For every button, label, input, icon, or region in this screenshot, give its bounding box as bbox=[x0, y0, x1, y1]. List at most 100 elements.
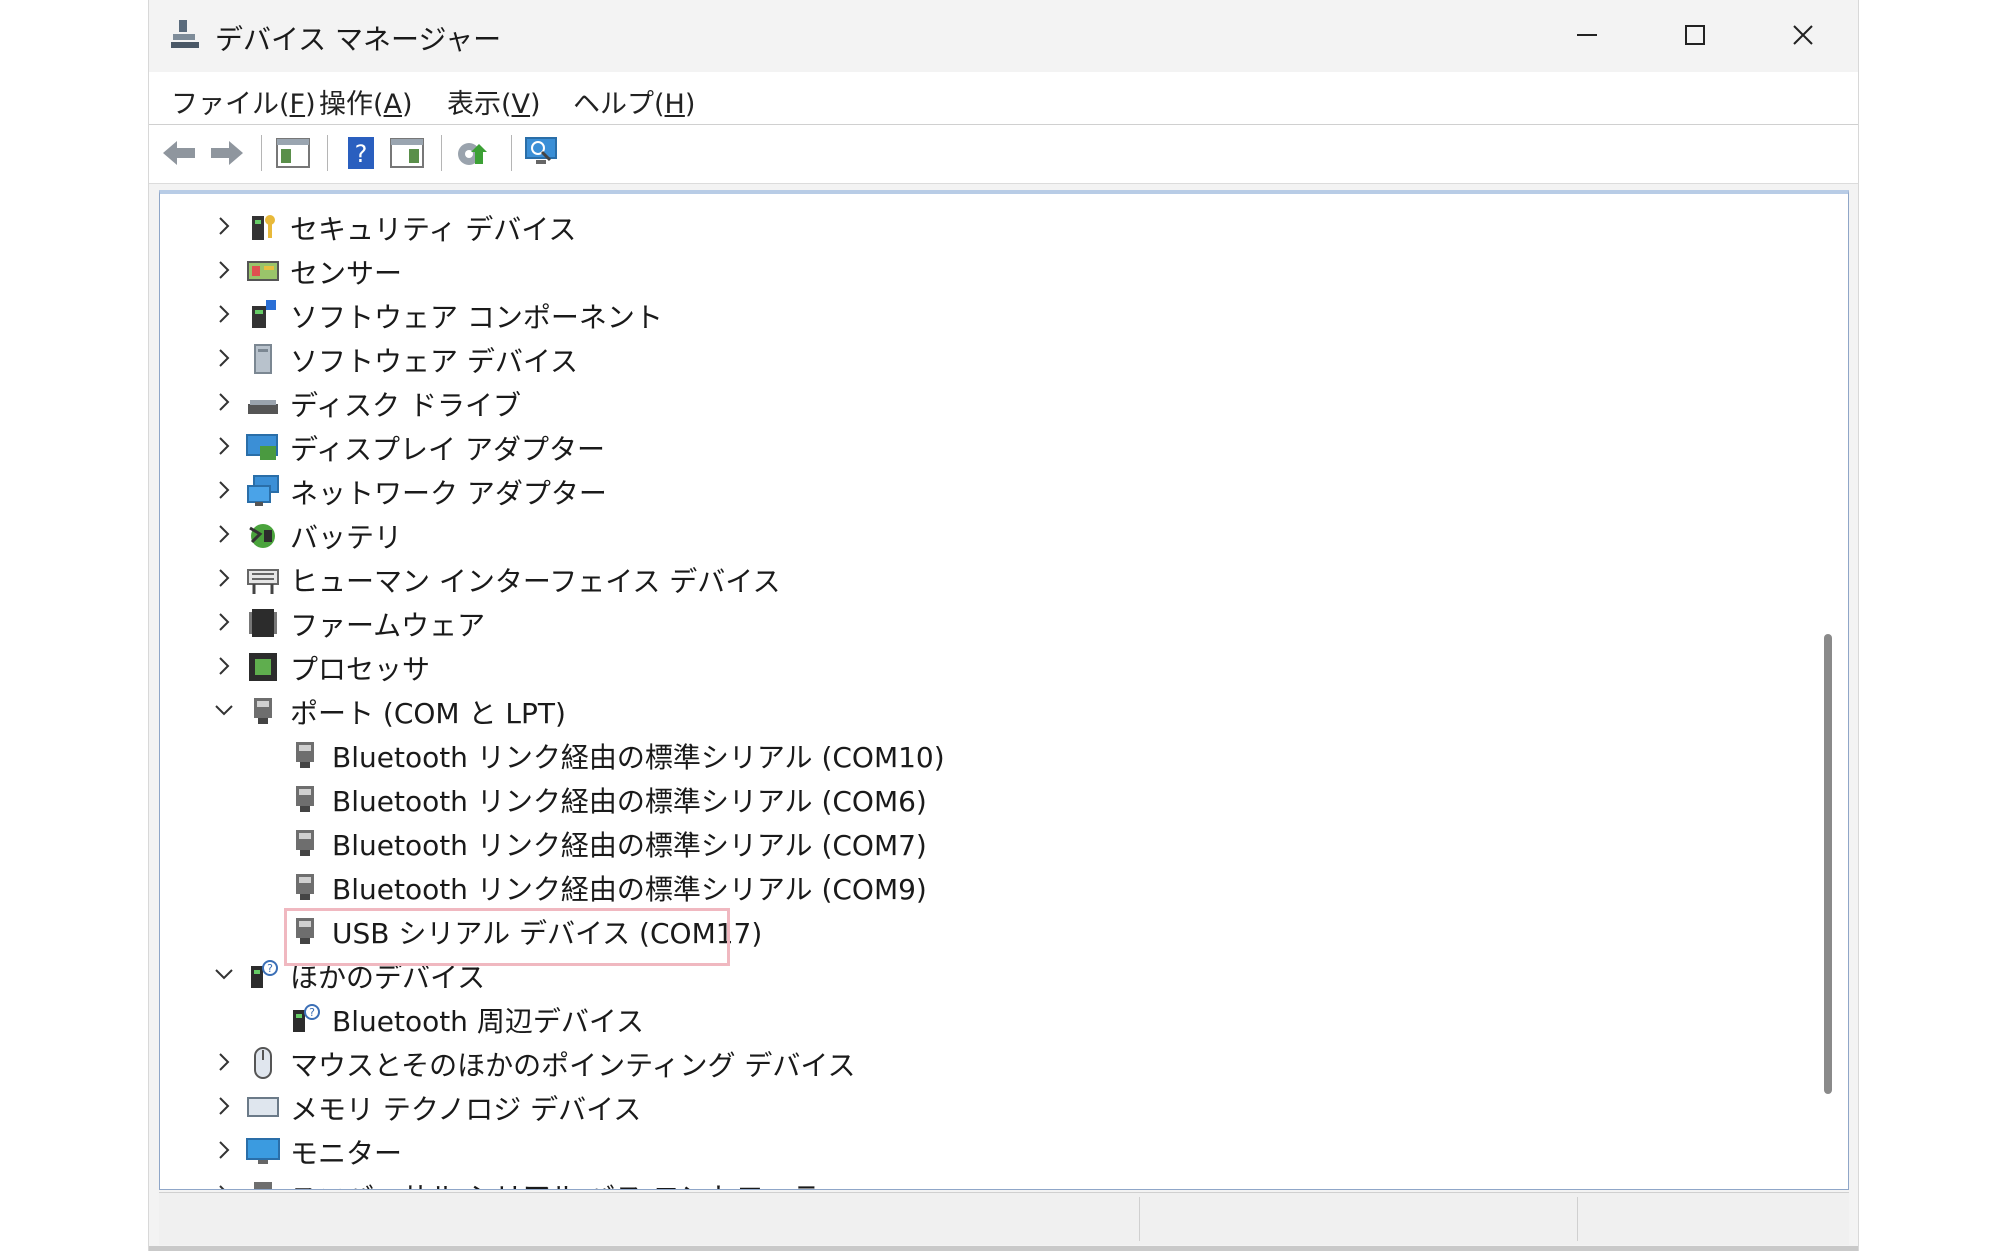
chevron-right-icon[interactable] bbox=[212, 390, 236, 414]
tree-item-hid[interactable]: ヒューマン インターフェイス デバイス bbox=[160, 556, 1800, 600]
chevron-right-icon[interactable] bbox=[212, 258, 236, 282]
maximize-button[interactable] bbox=[1660, 10, 1730, 60]
tree-item-processor[interactable]: プロセッサ bbox=[160, 644, 1800, 688]
vertical-scrollbar[interactable] bbox=[1824, 634, 1832, 1094]
tree-item-display-adapter[interactable]: ディスプレイ アダプター bbox=[160, 424, 1800, 468]
tree-item-bt-com6[interactable]: Bluetooth リンク経由の標準シリアル (COM6) bbox=[160, 776, 1800, 820]
tree-item-monitor[interactable]: モニター bbox=[160, 1128, 1800, 1172]
software-component-icon bbox=[252, 300, 276, 328]
chevron-right-icon[interactable] bbox=[212, 1138, 236, 1162]
tree-item-bt-com7[interactable]: Bluetooth リンク経由の標準シリアル (COM7) bbox=[160, 820, 1800, 864]
toolbar: ? bbox=[149, 125, 1858, 184]
help-icon: ? bbox=[348, 137, 374, 169]
tree-item-label: Bluetooth 周辺デバイス bbox=[332, 1005, 644, 1038]
properties-pane-icon bbox=[276, 138, 310, 168]
tree-item-label: セキュリティ デバイス bbox=[290, 213, 577, 246]
scan-hardware-button[interactable] bbox=[523, 133, 563, 173]
forward-icon bbox=[211, 141, 243, 165]
tree-item-label: Bluetooth リンク経由の標準シリアル (COM10) bbox=[332, 741, 945, 774]
port-icon bbox=[254, 698, 272, 724]
processor-icon bbox=[249, 653, 277, 681]
other-device-icon: ? bbox=[251, 960, 278, 988]
tree-item-network-adapter[interactable]: ネットワーク アダプター bbox=[160, 468, 1800, 512]
tree-item-label: メモリ テクノロジ デバイス bbox=[290, 1093, 642, 1126]
tree-item-battery[interactable]: バッテリ bbox=[160, 512, 1800, 556]
port-icon bbox=[296, 786, 314, 812]
forward-button[interactable] bbox=[207, 133, 247, 173]
svg-text:?: ? bbox=[355, 140, 368, 168]
tree-item-security-device[interactable]: セキュリティ デバイス bbox=[160, 204, 1800, 248]
properties-pane-button[interactable] bbox=[273, 133, 313, 173]
window-bottom-edge bbox=[149, 1246, 1858, 1251]
tree-item-bt-com9[interactable]: Bluetooth リンク経由の標準シリアル (COM9) bbox=[160, 864, 1800, 908]
chevron-right-icon[interactable] bbox=[212, 610, 236, 634]
display-adapter-icon bbox=[246, 434, 278, 460]
tree-item-label: ネットワーク アダプター bbox=[290, 477, 607, 510]
menu-help[interactable]: ヘルプ(H) bbox=[573, 82, 695, 121]
help-button[interactable]: ? bbox=[341, 133, 381, 173]
battery-icon bbox=[249, 524, 275, 548]
tree-item-label: ユニバーサル シリアル バス コントローラー bbox=[290, 1176, 848, 1189]
tree-item-firmware[interactable]: ファームウェア bbox=[160, 600, 1800, 644]
unknown-device-icon: ? bbox=[293, 1004, 320, 1032]
disk-drive-icon bbox=[248, 400, 278, 414]
svg-text:?: ? bbox=[267, 962, 273, 975]
device-tree-pane[interactable]: セキュリティ デバイス センサー ソフトウェア コンポーネント ソフトウェア デ… bbox=[159, 190, 1849, 1190]
chevron-right-icon[interactable] bbox=[212, 346, 236, 370]
chevron-right-icon[interactable] bbox=[212, 1182, 236, 1190]
tree-item-ports[interactable]: ポート (COM と LPT) bbox=[160, 688, 1800, 732]
scan-hardware-icon bbox=[525, 137, 557, 164]
chevron-right-icon[interactable] bbox=[212, 1050, 236, 1074]
action-pane-button[interactable] bbox=[387, 133, 427, 173]
chevron-down-icon[interactable] bbox=[212, 962, 236, 986]
port-icon bbox=[296, 742, 314, 768]
action-pane-icon bbox=[390, 138, 424, 168]
minimize-icon bbox=[1577, 34, 1597, 36]
network-adapter-icon bbox=[247, 475, 279, 506]
tree-item-bt-peripheral[interactable]: ? Bluetooth 周辺デバイス bbox=[160, 996, 1800, 1040]
tree-item-label: ディスプレイ アダプター bbox=[290, 433, 605, 466]
security-device-icon bbox=[252, 215, 275, 240]
device-manager-window: デバイス マネージャー ファイル(F) 操作(A) 表示(V) ヘルプ(H) ? bbox=[148, 0, 1859, 1251]
menu-file[interactable]: ファイル(F) bbox=[171, 82, 316, 121]
close-button[interactable] bbox=[1768, 10, 1838, 60]
tree-item-software-device[interactable]: ソフトウェア デバイス bbox=[160, 336, 1800, 380]
port-icon bbox=[296, 874, 314, 900]
update-driver-button[interactable] bbox=[453, 133, 493, 173]
mouse-icon bbox=[254, 1047, 272, 1079]
chevron-right-icon[interactable] bbox=[212, 522, 236, 546]
chevron-right-icon[interactable] bbox=[212, 1094, 236, 1118]
tree-item-label: マウスとそのほかのポインティング デバイス bbox=[290, 1049, 856, 1082]
memory-icon bbox=[247, 1097, 279, 1117]
chevron-right-icon[interactable] bbox=[212, 302, 236, 326]
sensor-icon bbox=[247, 261, 279, 281]
tree-item-mouse[interactable]: マウスとそのほかのポインティング デバイス bbox=[160, 1040, 1800, 1084]
tree-item-memory-technology[interactable]: メモリ テクノロジ デバイス bbox=[160, 1084, 1800, 1128]
port-icon bbox=[296, 830, 314, 856]
tree-item-usb-controller[interactable]: ユニバーサル シリアル バス コントローラー bbox=[160, 1172, 1800, 1190]
chevron-right-icon[interactable] bbox=[212, 566, 236, 590]
hid-icon bbox=[247, 569, 279, 594]
minimize-button[interactable] bbox=[1552, 10, 1622, 60]
title-bar[interactable]: デバイス マネージャー bbox=[149, 0, 1858, 70]
tree-item-label: Bluetooth リンク経由の標準シリアル (COM6) bbox=[332, 785, 927, 818]
device-manager-icon bbox=[171, 20, 199, 48]
tree-item-label: モニター bbox=[290, 1137, 403, 1170]
chevron-right-icon[interactable] bbox=[212, 434, 236, 458]
tree-item-disk-drive[interactable]: ディスク ドライブ bbox=[160, 380, 1800, 424]
tree-item-software-component[interactable]: ソフトウェア コンポーネント bbox=[160, 292, 1800, 336]
chevron-down-icon[interactable] bbox=[212, 698, 236, 722]
software-device-icon bbox=[254, 344, 272, 374]
menu-action[interactable]: 操作(A) bbox=[319, 82, 413, 121]
chevron-right-icon[interactable] bbox=[212, 654, 236, 678]
chevron-right-icon[interactable] bbox=[212, 478, 236, 502]
chevron-right-icon[interactable] bbox=[212, 214, 236, 238]
close-icon bbox=[1793, 25, 1813, 45]
tree-item-bt-com10[interactable]: Bluetooth リンク経由の標準シリアル (COM10) bbox=[160, 732, 1800, 776]
menu-view[interactable]: 表示(V) bbox=[447, 82, 541, 121]
tree-item-label: プロセッサ bbox=[290, 653, 431, 686]
back-button[interactable] bbox=[159, 133, 199, 173]
tree-item-label: ファームウェア bbox=[290, 609, 486, 642]
tree-item-sensor[interactable]: センサー bbox=[160, 248, 1800, 292]
monitor-icon bbox=[246, 1138, 280, 1164]
